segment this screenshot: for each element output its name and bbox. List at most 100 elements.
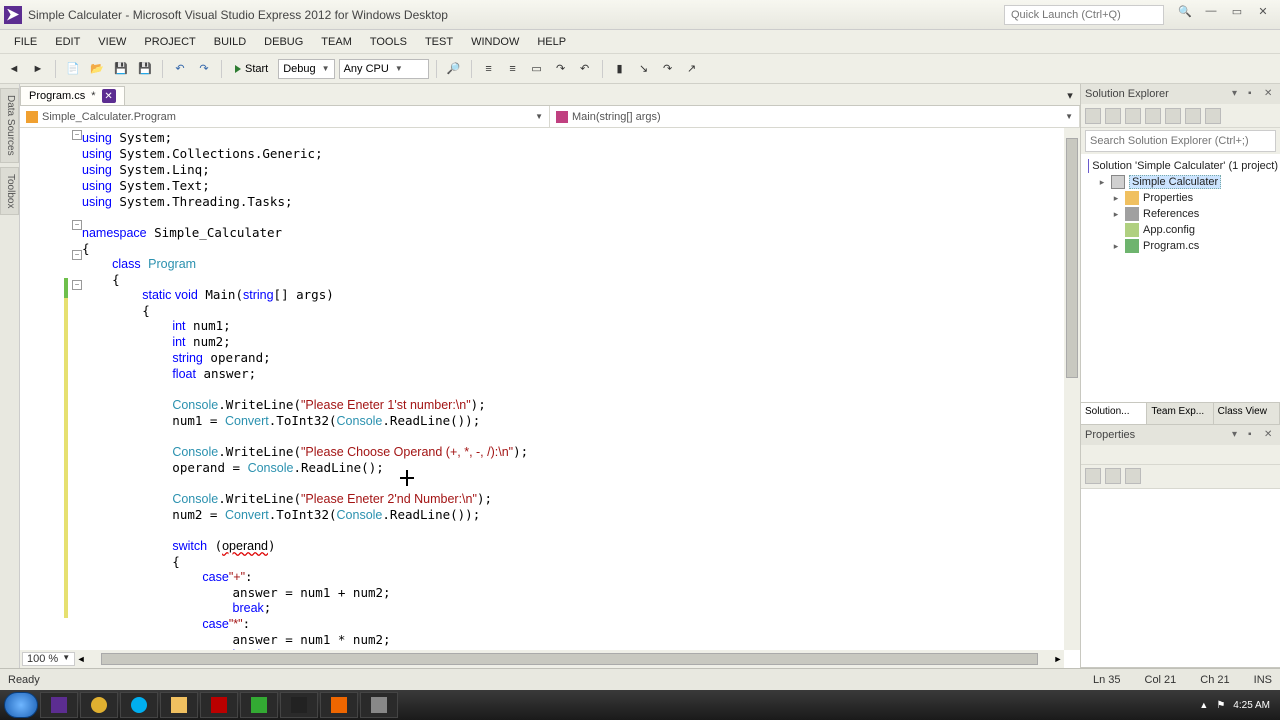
tab-class-view[interactable]: Class View [1214, 403, 1280, 424]
taskbar-app-filezilla[interactable] [200, 692, 238, 718]
redo-icon[interactable]: ↷ [194, 59, 214, 79]
step-out-icon[interactable]: ↗ [682, 59, 702, 79]
scroll-thumb[interactable] [1066, 138, 1078, 378]
home-icon[interactable] [1085, 108, 1101, 124]
taskbar-app-sublime[interactable] [240, 692, 278, 718]
close-button[interactable]: ✕ [1250, 5, 1276, 25]
preview-icon[interactable] [1205, 108, 1221, 124]
comment-icon[interactable]: ≡ [479, 59, 499, 79]
tree-programcs-node[interactable]: ▸Program.cs [1083, 238, 1278, 254]
menu-project[interactable]: PROJECT [136, 34, 203, 50]
sync-icon[interactable] [1105, 108, 1121, 124]
tab-dirty-indicator: * [91, 90, 95, 102]
nav-fwd-icon[interactable]: ► [28, 59, 48, 79]
platform-selector[interactable]: Any CPU▼ [339, 59, 429, 79]
panel-dropdown-icon[interactable]: ▾ [1232, 88, 1244, 100]
menu-test[interactable]: TEST [417, 34, 461, 50]
minimize-button[interactable]: — [1198, 5, 1224, 25]
menu-edit[interactable]: EDIT [47, 34, 88, 50]
solution-icon [1088, 159, 1089, 173]
taskbar-app-vs[interactable] [40, 692, 78, 718]
solution-search-input[interactable] [1085, 130, 1276, 152]
fold-icon[interactable]: − [72, 130, 82, 140]
step-icon[interactable]: ↷ [551, 59, 571, 79]
panel-close-icon[interactable]: ✕ [1264, 429, 1276, 441]
rail-data-sources[interactable]: Data Sources [0, 88, 19, 163]
tab-close-icon[interactable]: ✕ [102, 89, 116, 103]
menu-team[interactable]: TEAM [313, 34, 360, 50]
panel-pin-icon[interactable]: ▪ [1248, 429, 1260, 441]
menu-build[interactable]: BUILD [206, 34, 254, 50]
new-project-icon[interactable]: 📄 [63, 59, 83, 79]
step-into-icon[interactable]: ↘ [634, 59, 654, 79]
tree-solution-node[interactable]: Solution 'Simple Calculater' (1 project) [1083, 158, 1278, 174]
config-selector[interactable]: Debug▼ [278, 59, 334, 79]
tree-references-node[interactable]: ▸References [1083, 206, 1278, 222]
properties-icon[interactable] [1185, 108, 1201, 124]
step-over-icon[interactable]: ↷ [658, 59, 678, 79]
refresh-icon[interactable] [1125, 108, 1141, 124]
separator [55, 60, 56, 78]
tab-solution-explorer[interactable]: Solution... [1081, 403, 1147, 424]
class-selector[interactable]: Simple_Calculater.Program▼ [20, 106, 550, 127]
show-all-icon[interactable] [1165, 108, 1181, 124]
rail-toolbox[interactable]: Toolbox [0, 167, 19, 215]
scroll-thumb[interactable] [101, 653, 1038, 665]
open-icon[interactable]: 📂 [87, 59, 107, 79]
fold-icon[interactable]: − [72, 280, 82, 290]
tree-label: Solution 'Simple Calculater' (1 project) [1092, 160, 1278, 172]
menu-debug[interactable]: DEBUG [256, 34, 311, 50]
menu-file[interactable]: FILE [6, 34, 45, 50]
quick-launch-input[interactable] [1004, 5, 1164, 25]
collapse-icon[interactable] [1145, 108, 1161, 124]
tab-dropdown-icon[interactable]: ▾ [1060, 85, 1080, 105]
step-icon[interactable]: ↶ [575, 59, 595, 79]
tab-program-cs[interactable]: Program.cs* ✕ [20, 86, 125, 105]
taskbar-app-cmd[interactable] [280, 692, 318, 718]
zoom-selector[interactable]: 100 %▼ [22, 652, 75, 666]
tray-flag-icon[interactable]: ⚑ [1216, 700, 1225, 711]
alphabetical-icon[interactable] [1105, 468, 1121, 484]
menu-tools[interactable]: TOOLS [362, 34, 415, 50]
menu-window[interactable]: WINDOW [463, 34, 527, 50]
horizontal-scrollbar[interactable]: 100 %▼ ◄ ► [20, 650, 1064, 668]
tab-team-explorer[interactable]: Team Exp... [1147, 403, 1213, 424]
save-icon[interactable]: 💾 [111, 59, 131, 79]
taskbar-app-chrome[interactable] [80, 692, 118, 718]
tree-appconfig-node[interactable]: App.config [1083, 222, 1278, 238]
system-tray[interactable]: ▲ ⚑ 4:25 AM [1193, 700, 1276, 711]
find-icon[interactable]: 🔎 [444, 59, 464, 79]
menu-view[interactable]: VIEW [90, 34, 134, 50]
categorized-icon[interactable] [1085, 468, 1101, 484]
nav-back-icon[interactable]: ◄ [4, 59, 24, 79]
taskbar-app-explorer[interactable] [160, 692, 198, 718]
panel-pin-icon[interactable]: ▪ [1248, 88, 1260, 100]
property-pages-icon[interactable] [1125, 468, 1141, 484]
class-label: Simple_Calculater.Program [42, 111, 176, 123]
taskbar-app-xampp[interactable] [320, 692, 358, 718]
save-all-icon[interactable]: 💾 [135, 59, 155, 79]
member-selector[interactable]: Main(string[] args)▼ [550, 106, 1080, 127]
bookmark-icon[interactable]: ▭ [527, 59, 547, 79]
fold-icon[interactable]: − [72, 220, 82, 230]
taskbar-app-misc[interactable] [360, 692, 398, 718]
properties-selector[interactable] [1081, 445, 1280, 465]
panel-title: Solution Explorer [1085, 88, 1169, 100]
tree-project-node[interactable]: ▸Simple Calculater [1083, 174, 1278, 190]
search-icon[interactable]: 🔍 [1172, 5, 1198, 25]
start-button[interactable]: Start [229, 61, 274, 77]
tray-up-icon[interactable]: ▲ [1199, 700, 1208, 710]
undo-icon[interactable]: ↶ [170, 59, 190, 79]
tree-properties-node[interactable]: ▸Properties [1083, 190, 1278, 206]
panel-close-icon[interactable]: ✕ [1264, 88, 1276, 100]
vertical-scrollbar[interactable] [1064, 128, 1080, 650]
code-editor[interactable]: − − − − using System; using System.Colle… [20, 128, 1080, 668]
menu-help[interactable]: HELP [529, 34, 574, 50]
uncomment-icon[interactable]: ≡ [503, 59, 523, 79]
panel-dropdown-icon[interactable]: ▾ [1232, 429, 1244, 441]
fold-icon[interactable]: − [72, 250, 82, 260]
breakpoint-icon[interactable]: ▮ [610, 59, 630, 79]
taskbar-app-skype[interactable] [120, 692, 158, 718]
start-orb[interactable] [4, 692, 38, 718]
maximize-button[interactable]: ▭ [1224, 5, 1250, 25]
